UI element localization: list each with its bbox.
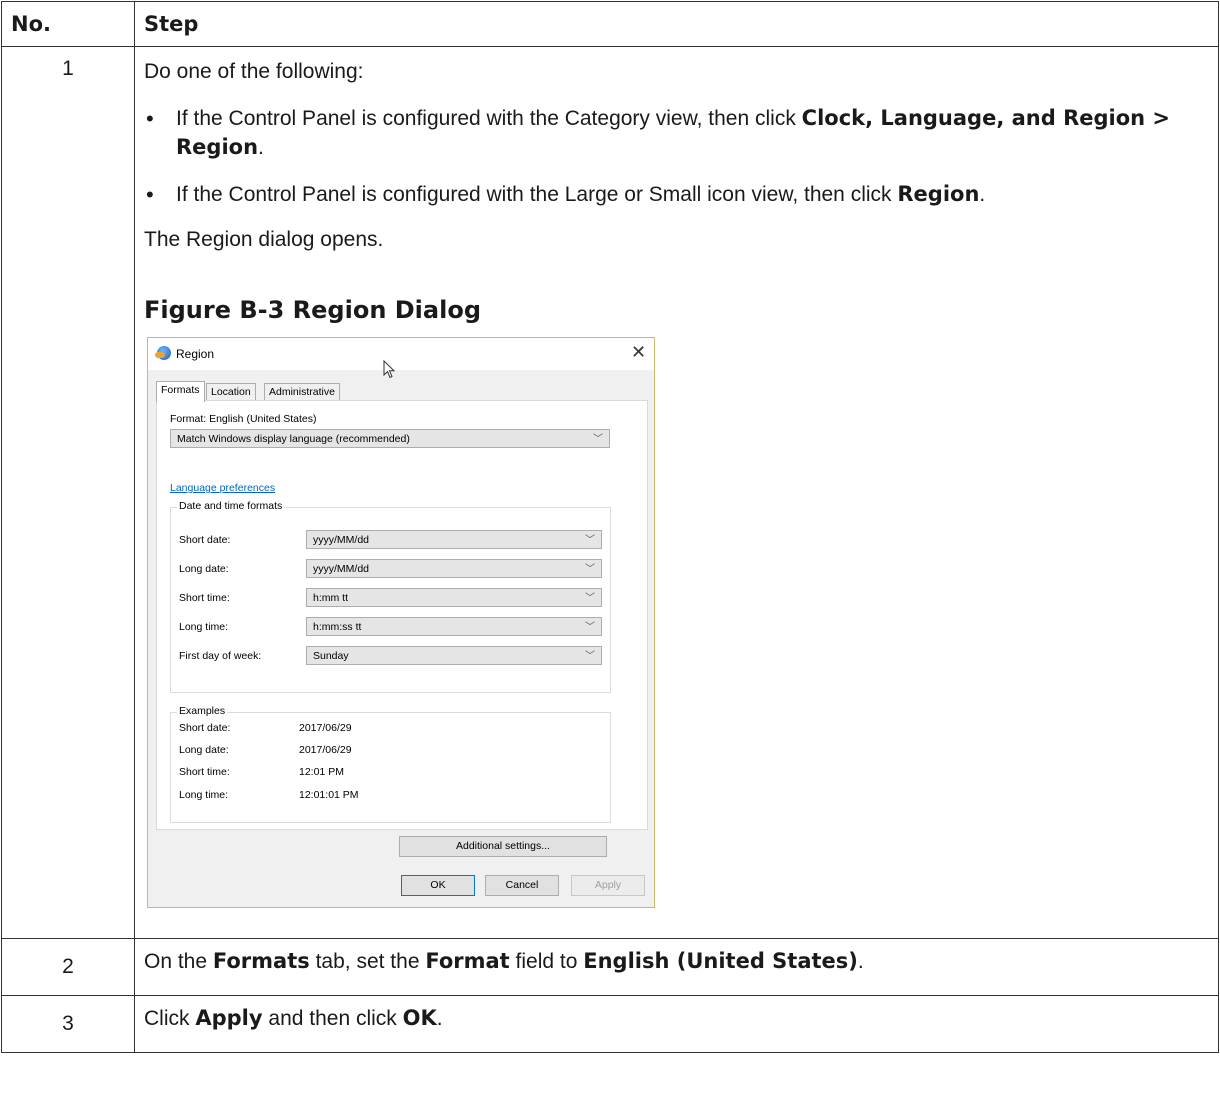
mouse-cursor-icon bbox=[383, 360, 396, 379]
example-value: 12:01 PM bbox=[299, 766, 344, 778]
tab-administrative[interactable]: Administrative bbox=[264, 383, 340, 401]
punctuation: . bbox=[436, 1006, 443, 1030]
step-cell: Do one of the following: If the Control … bbox=[134, 46, 1219, 939]
button-name: Apply bbox=[195, 1005, 263, 1030]
step-cell: Click Apply and then click OK. bbox=[134, 995, 1219, 1053]
table-row: 2 On the Formats tab, set the Format fie… bbox=[1, 938, 1219, 996]
table-header-row: No. Step bbox=[1, 1, 1219, 47]
bullet-text: If the Control Panel is configured with … bbox=[176, 183, 898, 206]
bullet-text: If the Control Panel is configured with … bbox=[176, 107, 802, 130]
long-time-label: Long time: bbox=[179, 621, 229, 633]
button-name: OK bbox=[402, 1005, 437, 1030]
figure-title: Figure B-3 Region Dialog bbox=[144, 296, 481, 324]
step-number: 2 bbox=[1, 938, 135, 996]
example-label: Long time: bbox=[179, 789, 229, 801]
formats-panel: Format: English (United States) Match Wi… bbox=[156, 400, 648, 830]
select-value: h:mm tt bbox=[313, 592, 349, 604]
long-time-select[interactable]: h:mm:ss tt ﹀ bbox=[306, 617, 602, 636]
format-label: Format: English (United States) bbox=[170, 413, 317, 425]
date-time-formats-group: Date and time formats Short date: yyyy/M… bbox=[170, 500, 611, 693]
group-title: Examples bbox=[177, 705, 228, 717]
language-preferences-link[interactable]: Language preferences bbox=[170, 482, 275, 494]
additional-settings-button[interactable]: Additional settings... bbox=[399, 836, 607, 857]
example-label: Short date: bbox=[179, 722, 231, 734]
table-row: 3 Click Apply and then click OK. bbox=[1, 995, 1219, 1053]
example-value: 2017/06/29 bbox=[299, 744, 352, 756]
header-step: Step bbox=[134, 1, 1219, 47]
region-dialog: Region ✕ Formats Location Administrative… bbox=[147, 337, 655, 908]
format-select-value: Match Windows display language (recommen… bbox=[177, 433, 410, 445]
punctuation: . bbox=[979, 183, 986, 206]
step-cell: On the Formats tab, set the Format field… bbox=[134, 938, 1219, 996]
field-name: Format bbox=[425, 948, 510, 973]
example-label: Short time: bbox=[179, 766, 230, 778]
list-item: If the Control Panel is configured with … bbox=[144, 104, 1204, 162]
example-label: Long date: bbox=[179, 744, 229, 756]
title-bar: Region ✕ bbox=[148, 338, 654, 379]
step-number: 1 bbox=[1, 46, 135, 939]
step-result: The Region dialog opens. bbox=[144, 228, 384, 251]
step-number: 3 bbox=[1, 995, 135, 1053]
list-item: If the Control Panel is configured with … bbox=[144, 180, 1204, 209]
menu-item: Region bbox=[897, 182, 980, 206]
select-value: yyyy/MM/dd bbox=[313, 534, 370, 546]
first-day-of-week-select[interactable]: Sunday ﹀ bbox=[306, 646, 602, 665]
short-time-select[interactable]: h:mm tt ﹀ bbox=[306, 588, 602, 607]
close-icon[interactable]: ✕ bbox=[631, 342, 646, 363]
select-value: h:mm:ss tt bbox=[313, 621, 362, 633]
examples-group: Examples Short date: 2017/06/29 Long dat… bbox=[170, 705, 611, 823]
chevron-down-icon: ﹀ bbox=[593, 434, 603, 445]
step-text: field to bbox=[509, 949, 584, 973]
field-value: English (United States) bbox=[583, 948, 858, 973]
punctuation: . bbox=[857, 949, 864, 973]
step-text: and then click bbox=[262, 1006, 403, 1030]
globe-icon bbox=[155, 346, 171, 360]
apply-button[interactable]: Apply bbox=[571, 875, 645, 896]
select-value: yyyy/MM/dd bbox=[313, 563, 370, 575]
step-text: tab, set the bbox=[309, 949, 426, 973]
header-no: No. bbox=[1, 1, 135, 47]
short-time-label: Short time: bbox=[179, 592, 230, 604]
chevron-down-icon: ﹀ bbox=[585, 593, 595, 604]
dialog-title: Region bbox=[176, 347, 215, 361]
short-date-select[interactable]: yyyy/MM/dd ﹀ bbox=[306, 530, 602, 549]
chevron-down-icon: ﹀ bbox=[585, 535, 595, 546]
tab-location[interactable]: Location bbox=[206, 383, 256, 401]
ok-button[interactable]: OK bbox=[401, 875, 475, 896]
short-date-label: Short date: bbox=[179, 534, 231, 546]
step-text: On the bbox=[144, 949, 213, 973]
first-day-of-week-label: First day of week: bbox=[179, 650, 262, 662]
tab-name: Formats bbox=[212, 948, 310, 973]
step-text: Click bbox=[144, 1006, 196, 1030]
chevron-down-icon: ﹀ bbox=[585, 564, 595, 575]
cancel-button[interactable]: Cancel bbox=[485, 875, 559, 896]
option-list: If the Control Panel is configured with … bbox=[144, 104, 1204, 209]
table-row: 1 Do one of the following: If the Contro… bbox=[1, 46, 1219, 939]
chevron-down-icon: ﹀ bbox=[585, 651, 595, 662]
procedure-table: No. Step 1 Do one of the following: If t… bbox=[1, 1, 1219, 1053]
punctuation: . bbox=[258, 136, 264, 159]
chevron-down-icon: ﹀ bbox=[585, 622, 595, 633]
select-value: Sunday bbox=[313, 650, 349, 662]
long-date-label: Long date: bbox=[179, 563, 229, 575]
format-select[interactable]: Match Windows display language (recommen… bbox=[170, 429, 610, 448]
step-intro: Do one of the following: bbox=[144, 60, 364, 83]
example-value: 2017/06/29 bbox=[299, 722, 352, 734]
example-value: 12:01:01 PM bbox=[299, 789, 359, 801]
tab-formats[interactable]: Formats bbox=[156, 381, 205, 402]
long-date-select[interactable]: yyyy/MM/dd ﹀ bbox=[306, 559, 602, 578]
group-title: Date and time formats bbox=[177, 500, 285, 512]
